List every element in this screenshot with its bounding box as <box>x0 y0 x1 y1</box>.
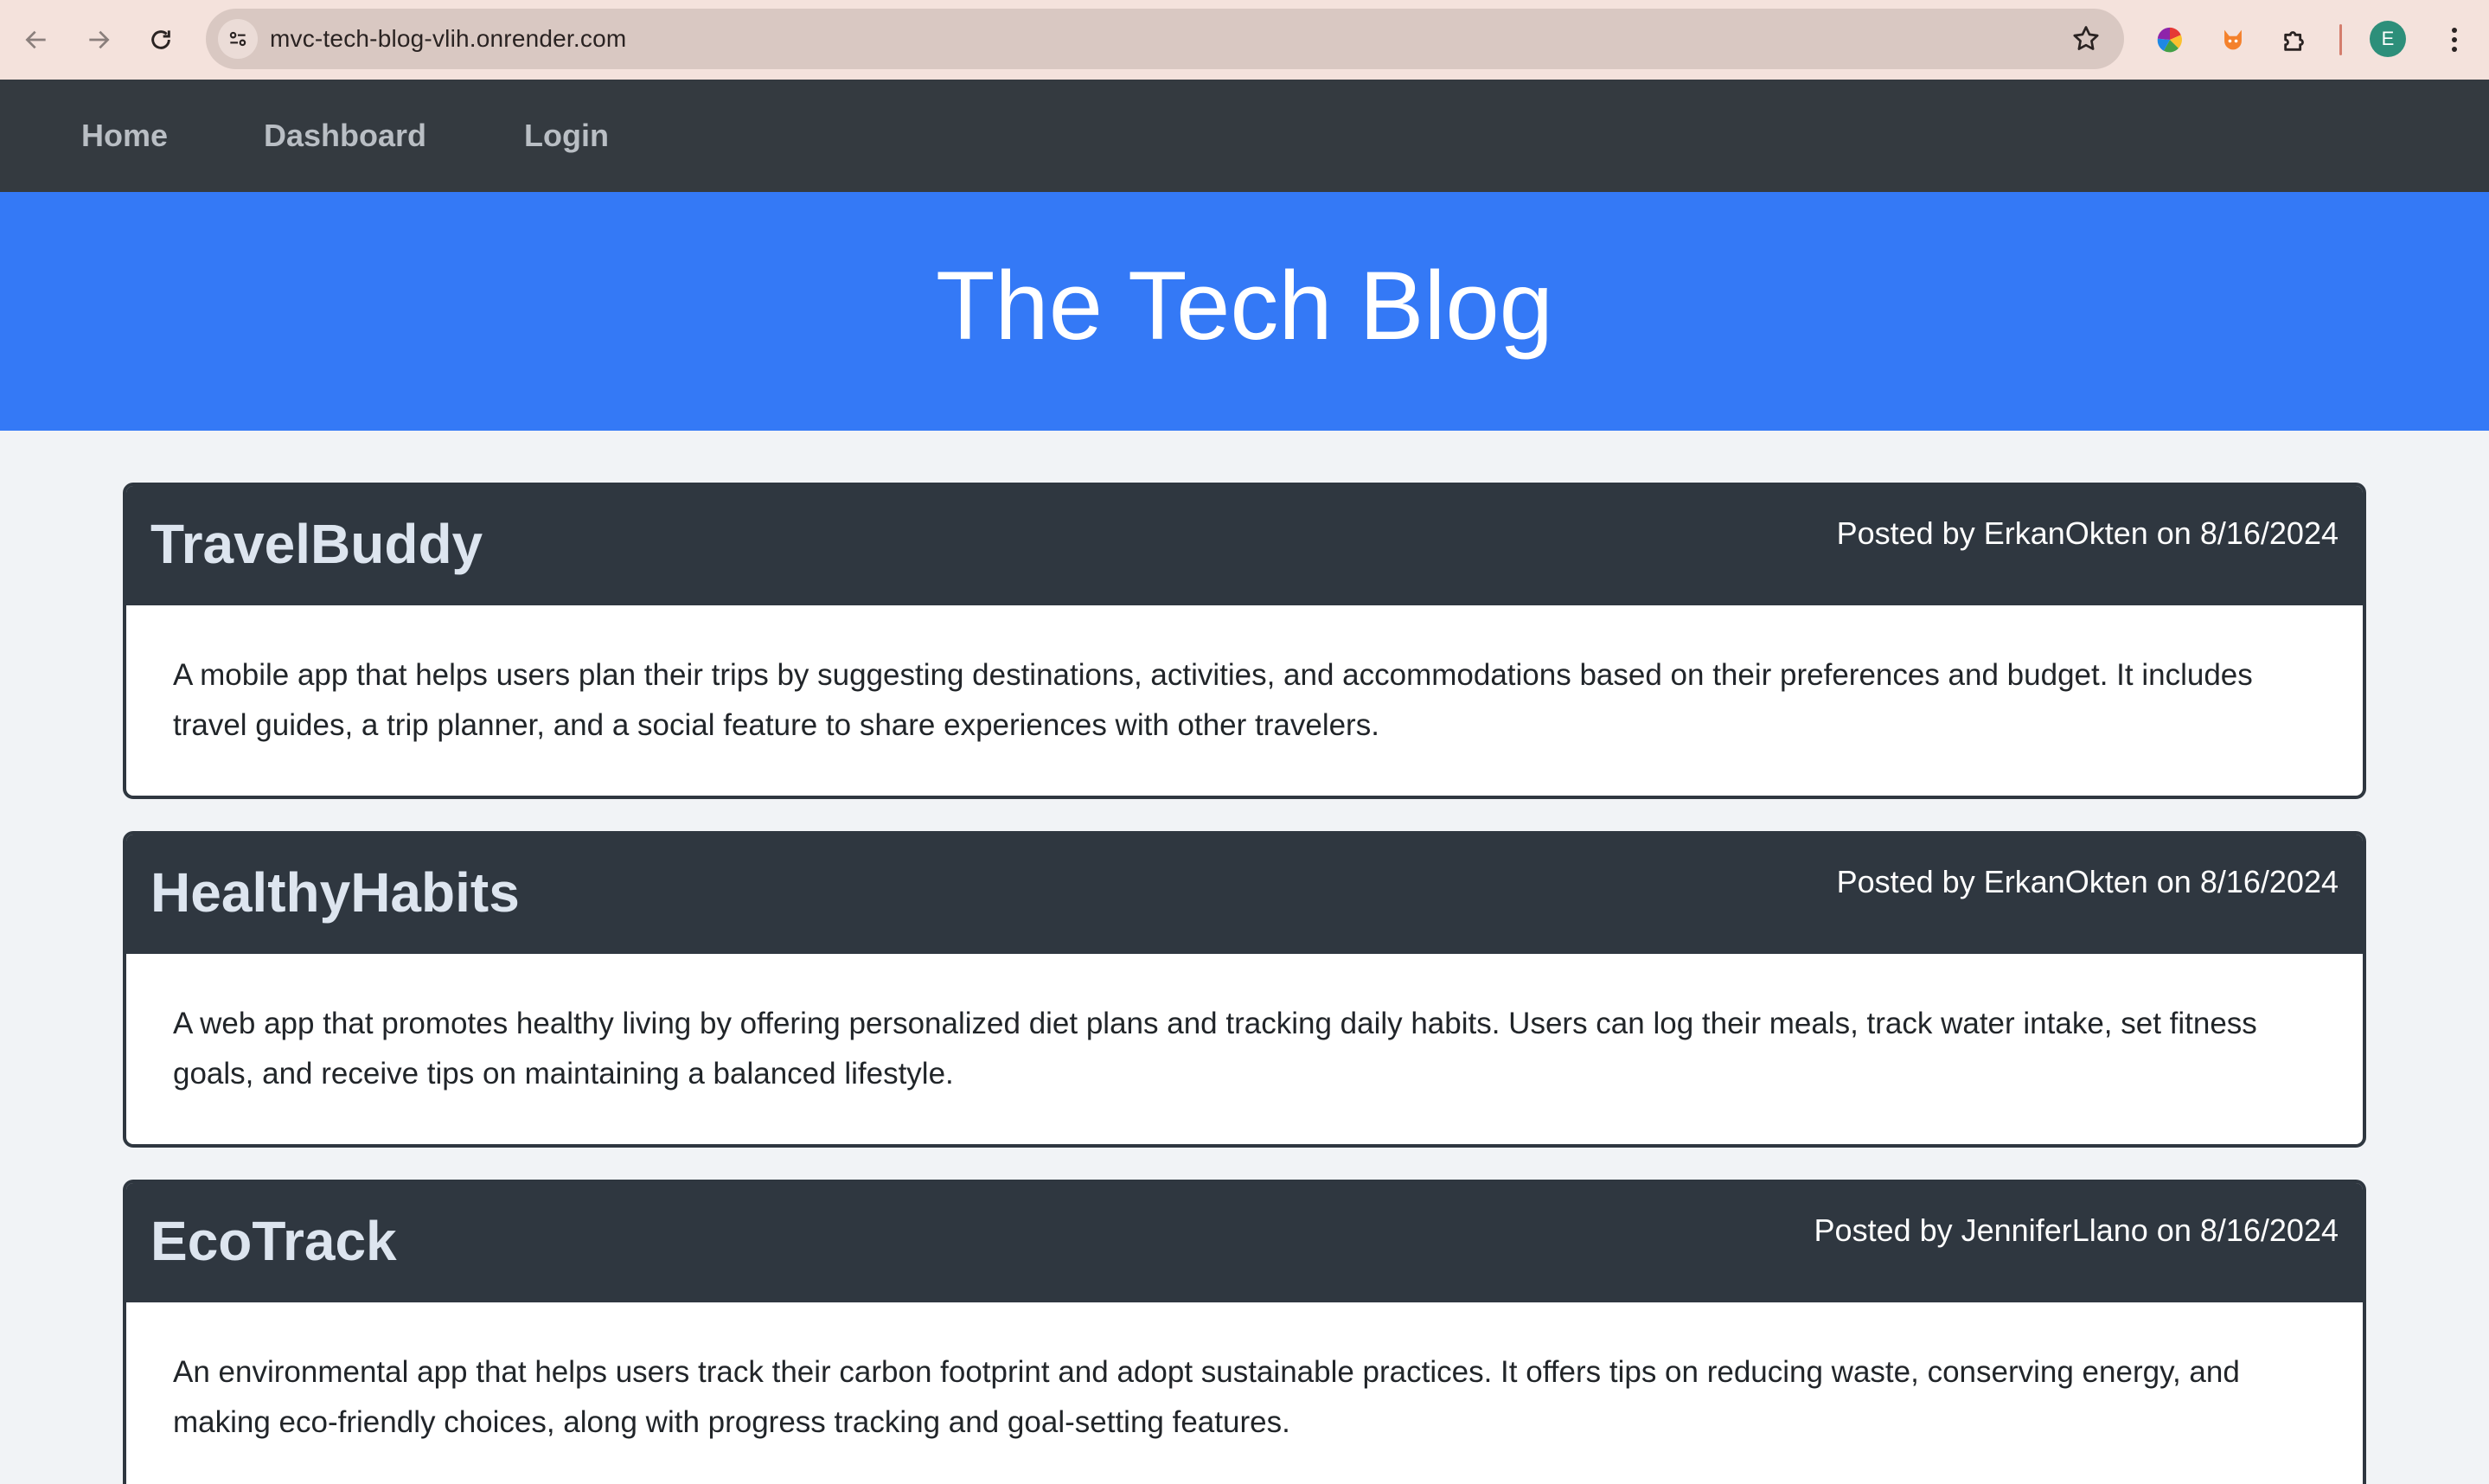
site-navbar: Home Dashboard Login <box>0 80 2489 192</box>
post-meta: Posted by ErkanOkten on 8/16/2024 <box>1836 864 2339 899</box>
post-card[interactable]: TravelBuddy Posted by ErkanOkten on 8/16… <box>123 483 2366 799</box>
post-body: A mobile app that helps users plan their… <box>173 658 2253 742</box>
post-title[interactable]: EcoTrack <box>150 1209 397 1273</box>
nav-home-link[interactable]: Home <box>81 80 168 192</box>
post-meta: Posted by ErkanOkten on 8/16/2024 <box>1836 515 2339 551</box>
post-header: EcoTrack Posted by JenniferLlano on 8/16… <box>126 1183 2363 1302</box>
color-picker-extension-icon[interactable] <box>2149 19 2191 61</box>
nav-dashboard-link[interactable]: Dashboard <box>264 80 426 192</box>
profile-avatar[interactable]: E <box>2370 21 2406 57</box>
back-button[interactable] <box>12 16 61 64</box>
browser-toolbar: mvc-tech-blog-vlih.onrender.com E <box>0 0 2489 80</box>
nav-login-link[interactable]: Login <box>524 80 609 192</box>
post-card[interactable]: HealthyHabits Posted by ErkanOkten on 8/… <box>123 831 2366 1148</box>
forward-button[interactable] <box>74 16 123 64</box>
hero-banner: The Tech Blog <box>0 192 2489 431</box>
post-card[interactable]: EcoTrack Posted by JenniferLlano on 8/16… <box>123 1180 2366 1484</box>
post-meta: Posted by JenniferLlano on 8/16/2024 <box>1814 1212 2339 1248</box>
bookmark-star-icon[interactable] <box>2070 23 2102 59</box>
post-body: An environmental app that helps users tr… <box>173 1355 2240 1439</box>
arrow-right-icon <box>89 30 110 49</box>
browser-menu-icon[interactable] <box>2434 19 2475 61</box>
post-body: A web app that promotes healthy living b… <box>173 1007 2257 1091</box>
address-bar[interactable]: mvc-tech-blog-vlih.onrender.com <box>206 9 2124 69</box>
extensions-puzzle-icon[interactable] <box>2275 19 2316 61</box>
page-title: The Tech Blog <box>936 251 1553 360</box>
url-text[interactable]: mvc-tech-blog-vlih.onrender.com <box>270 9 626 69</box>
post-header: TravelBuddy Posted by ErkanOkten on 8/16… <box>126 486 2363 605</box>
toolbar-divider <box>2339 24 2342 55</box>
site-settings-icon[interactable] <box>218 19 258 59</box>
post-header: HealthyHabits Posted by ErkanOkten on 8/… <box>126 835 2363 954</box>
reload-button[interactable] <box>137 16 185 64</box>
post-title[interactable]: TravelBuddy <box>150 512 483 576</box>
fox-extension-icon[interactable] <box>2212 19 2254 61</box>
reload-icon <box>151 30 170 49</box>
arrow-left-icon <box>25 30 46 49</box>
post-title[interactable]: HealthyHabits <box>150 860 520 924</box>
